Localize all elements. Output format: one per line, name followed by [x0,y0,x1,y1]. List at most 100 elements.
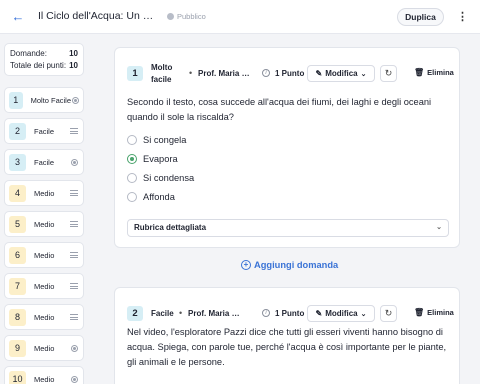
answer-option[interactable]: Si condensa [127,173,194,183]
question-number-badge: 1 [9,91,23,109]
question-difficulty: Medio [34,188,55,198]
regenerate-icon[interactable]: ↻ [380,305,397,322]
regenerate-icon[interactable]: ↻ [380,65,397,82]
question-card-1: 1 Molto facile • Prof. Maria Grazia i 1 … [114,47,460,248]
question-number-badge: 7 [9,277,26,295]
question-type [69,344,79,352]
sidebar-question-item[interactable]: 7 Medio [4,273,84,299]
back-arrow-icon[interactable]: ← [10,9,26,25]
question-difficulty: Medio [34,250,55,260]
radio-button[interactable] [127,173,137,183]
info-icon[interactable]: i [262,309,270,317]
question-number: 1 [127,66,143,81]
sidebar-question-item[interactable]: 4 Medio [4,180,84,206]
question-meta: 1 Molto facile • Prof. Maria Grazia i 1 … [127,60,454,86]
question-type [69,283,79,289]
question-number-badge: 6 [9,246,26,264]
separator-dot: • [179,308,183,318]
option-label: Affonda [143,192,175,202]
question-number-badge: 5 [9,215,26,233]
difficulty-label: Facile [151,309,174,318]
question-meta: 2 Facile • Prof. Maria Grazia i 1 Punto … [127,300,454,326]
answer-option[interactable]: Affonda [127,192,175,202]
question-difficulty: Molto Facile [30,95,72,105]
sidebar-question-item[interactable]: 2 Facile [4,118,84,144]
multiple-choice-icon [71,96,79,104]
answer-option[interactable]: Evapora [127,154,178,164]
edit-button[interactable]: ✎ Modifica ⌄ [307,65,375,82]
more-options-icon[interactable]: ⋮ [457,9,468,25]
question-number-badge: 2 [9,122,26,140]
question-text: Secondo il testo, cosa succede all'acqua… [127,97,432,122]
radio-button-selected[interactable] [127,154,137,164]
radio-button[interactable] [127,192,137,202]
points-label: 1 Punto [275,309,305,318]
question-type [69,158,79,166]
add-question-button[interactable]: + Aggiungi domanda [241,260,338,270]
top-bar: ← Il Ciclo dell'Acqua: Un Viaggio nel Te… [0,0,480,34]
author-name: Prof. Maria Grazia [188,309,243,318]
quiz-stats: Domande: 10 Totale dei punti: 10 [4,43,84,76]
edit-label: Modifica [325,309,358,318]
question-type [69,190,79,196]
delete-button[interactable]: 🗑 Elimina [414,308,454,317]
status-label: Pubblico [177,12,206,21]
questions-count-label: Domande: [10,49,47,58]
multiple-choice-icon [70,344,78,352]
question-type [69,128,79,134]
chevron-down-icon: ⌄ [436,224,442,231]
open-answer-icon [70,128,78,134]
question-type [69,221,79,227]
info-icon[interactable]: i [262,69,270,77]
duplicate-button[interactable]: Duplica [397,8,444,26]
pencil-icon: ✎ [315,69,323,78]
option-label: Evapora [143,154,178,164]
author-name: Prof. Maria Grazia [198,69,253,78]
question-difficulty: Facile [34,126,55,136]
question-type [69,375,79,383]
delete-button[interactable]: 🗑 Elimina [414,68,454,77]
question-card-2: 2 Facile • Prof. Maria Grazia i 1 Punto … [114,287,460,384]
question-type [71,96,79,104]
question-number-badge: 3 [9,153,26,171]
multiple-choice-icon [70,158,78,166]
total-points-value: 10 [69,61,78,70]
sidebar-question-item[interactable]: 8 Medio [4,304,84,330]
sidebar-question-item[interactable]: 5 Medio [4,211,84,237]
chevron-down-icon: ⌄ [360,70,367,78]
question-number: 2 [127,306,143,321]
open-answer-icon [70,283,78,289]
edit-button[interactable]: ✎ Modifica ⌄ [307,305,375,322]
delete-label: Elimina [427,68,454,77]
rubric-dropdown[interactable]: Rubrica dettagliata ⌄ [127,219,449,237]
plus-circle-icon: + [241,260,251,270]
delete-label: Elimina [427,308,454,317]
question-number-badge: 4 [9,184,26,202]
edit-label: Modifica [325,69,358,78]
difficulty-label-line2: facile [151,75,172,84]
add-question-label: Aggiungi domanda [254,260,339,270]
answer-option[interactable]: Si congela [127,135,186,145]
open-answer-icon [70,190,78,196]
sidebar-question-item[interactable]: 1 Molto Facile [4,87,84,113]
pencil-icon: ✎ [315,309,323,318]
open-answer-icon [70,252,78,258]
option-label: Si congela [143,135,187,145]
question-difficulty: Facile [34,157,55,167]
question-text: Nel video, l'esploratore Pazzi dice che … [127,327,447,367]
points-label: 1 Punto [275,69,305,78]
radio-button[interactable] [127,135,137,145]
difficulty-label-line1: Molto [151,63,173,72]
sidebar-question-item[interactable]: 9 Medio [4,335,84,361]
question-number-badge: 10 [9,370,26,384]
sidebar-question-item[interactable]: 3 Facile [4,149,84,175]
sidebar-question-item[interactable]: 6 Medio [4,242,84,268]
questions-count-value: 10 [69,49,78,58]
sidebar-question-item[interactable]: 10 Medio [4,366,84,384]
question-difficulty: Medio [34,374,55,384]
open-answer-icon [70,314,78,320]
trash-icon: 🗑 [414,308,425,317]
page-title: Il Ciclo dell'Acqua: Un Viaggio nel Temp… [38,10,160,22]
question-difficulty: Medio [34,343,55,353]
visibility-status: Pubblico [167,12,206,21]
